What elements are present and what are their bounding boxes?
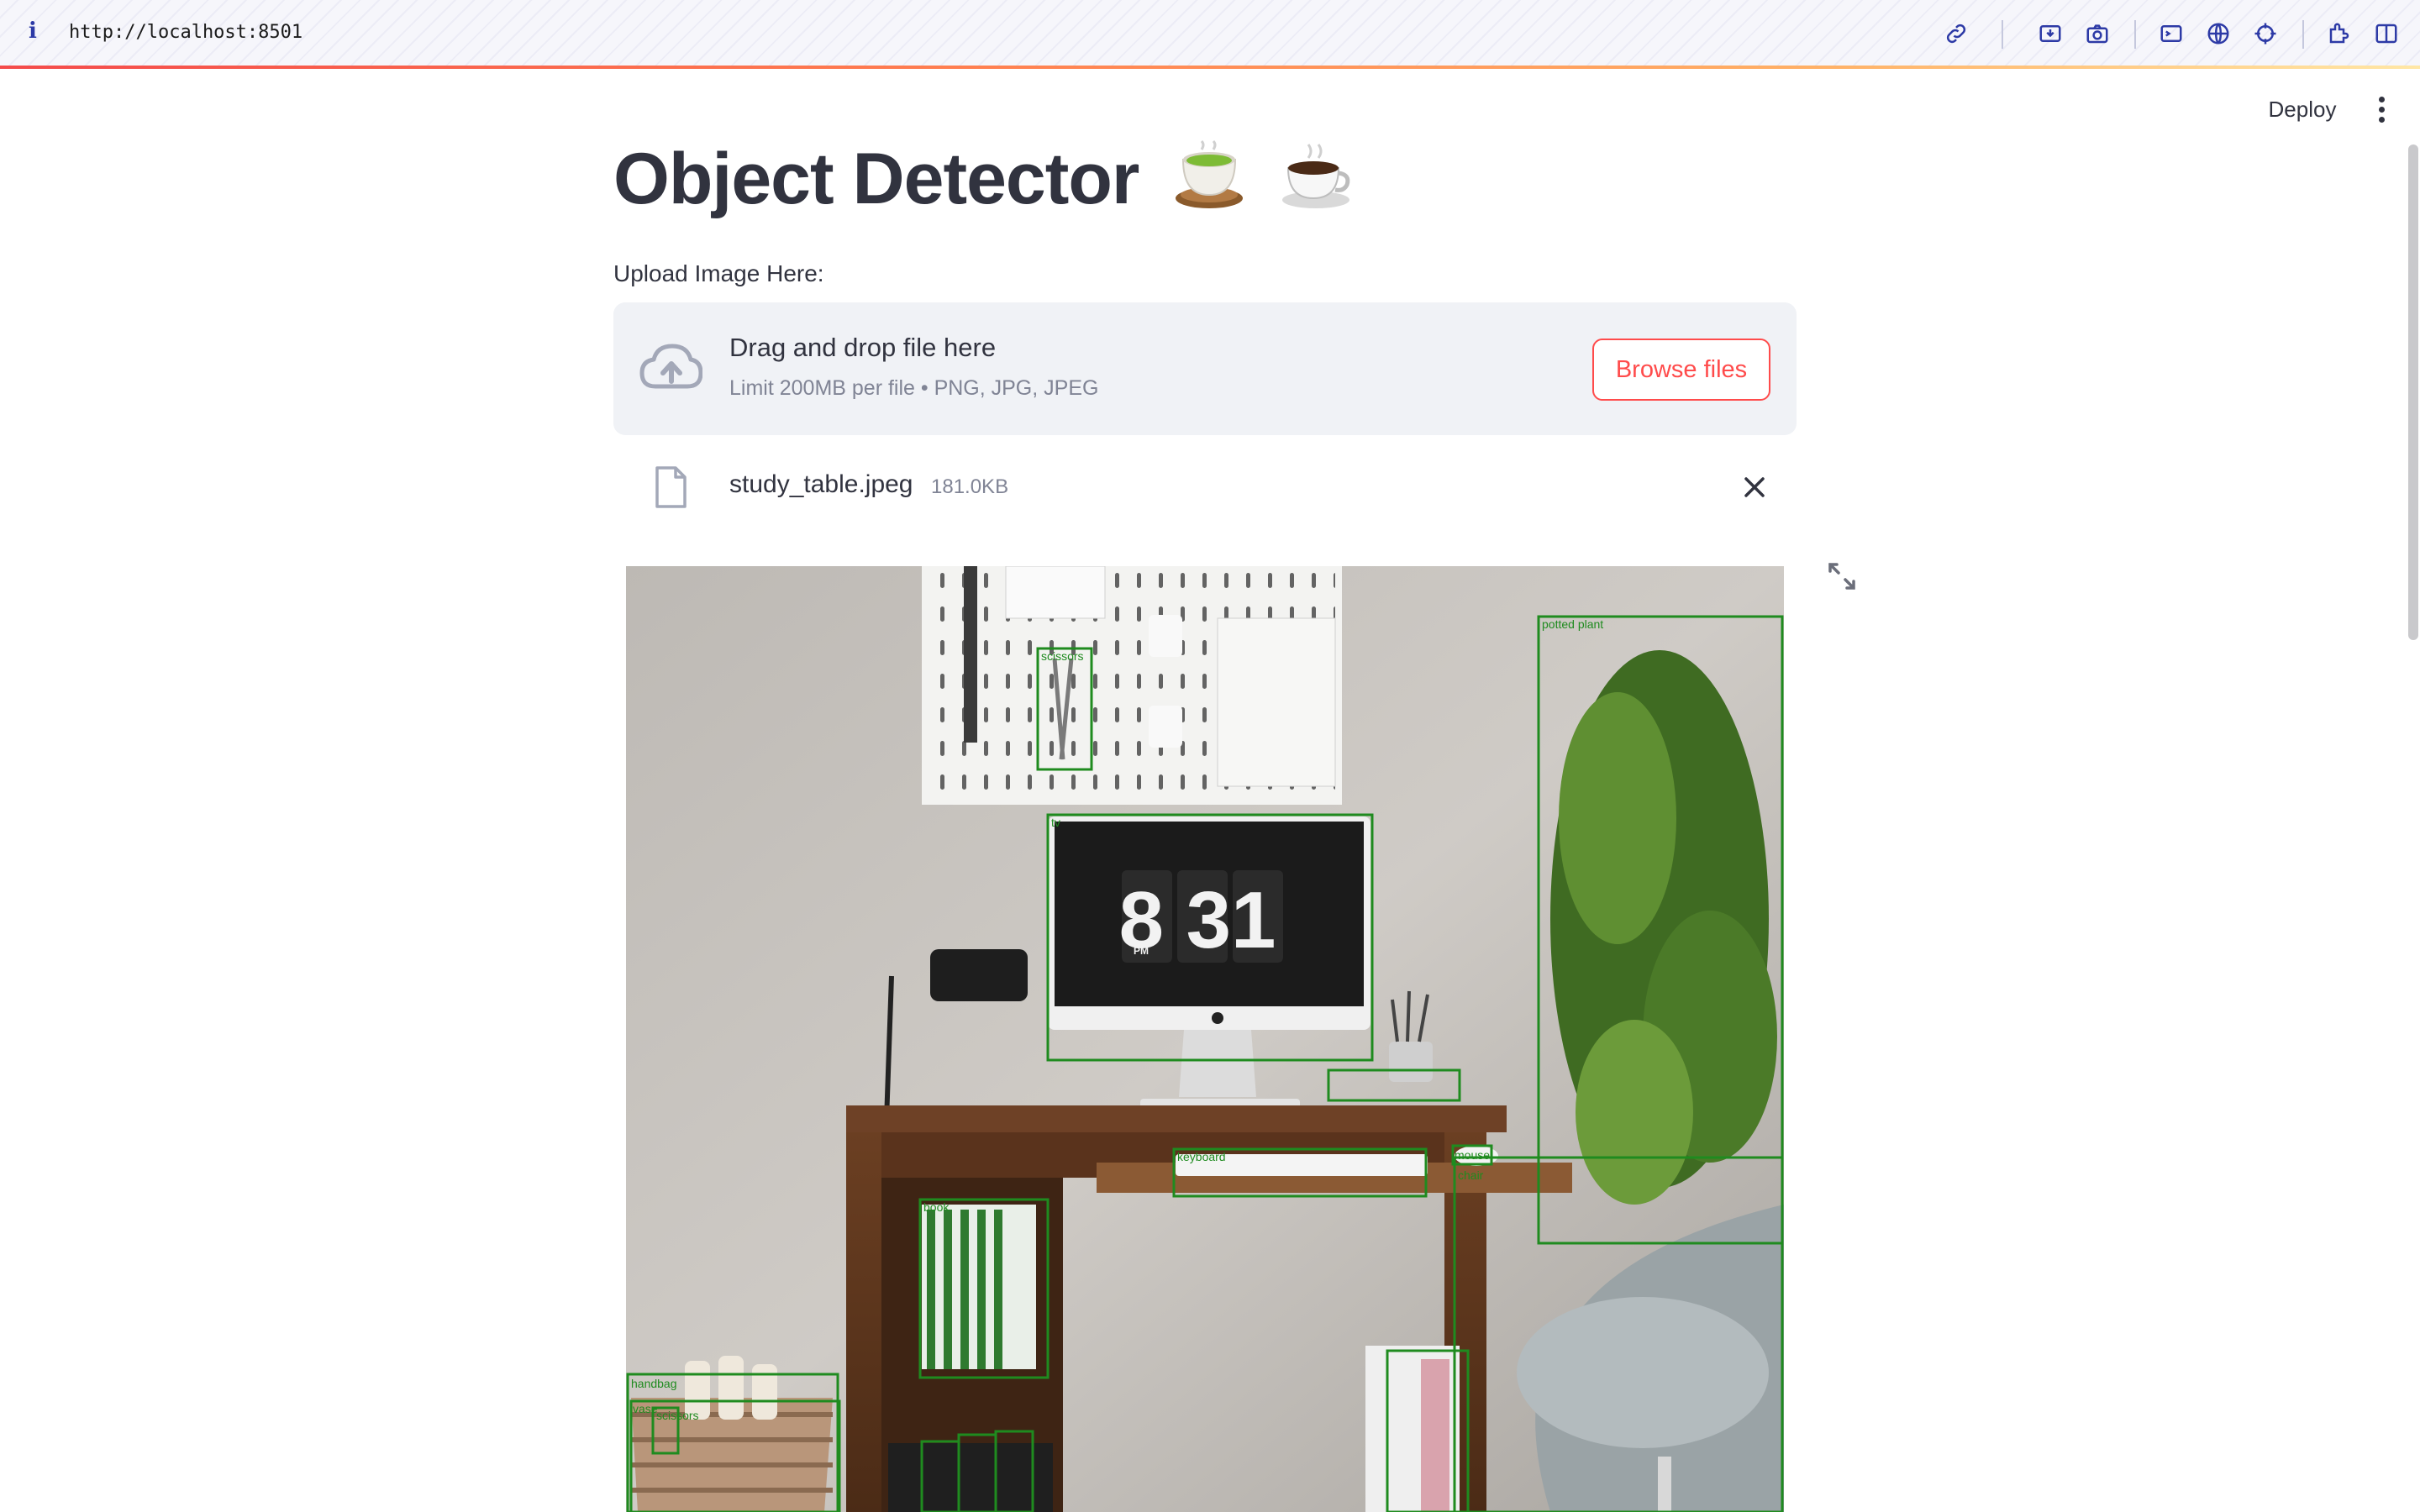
dropzone-title: Drag and drop file here [729,333,997,362]
bbox-label-vase: vase [633,1402,658,1415]
crosshair-icon[interactable] [2252,20,2279,47]
hot-coffee-icon [1280,139,1352,229]
bbox-label-keyboard: keyboard [1177,1150,1226,1163]
bbox-label-mouse: mouse [1455,1148,1490,1162]
uploaded-file-row: study_table.jpeg 181.0KB [613,454,1797,521]
bbox-label-book: book [923,1200,950,1214]
bbox-label-scissors: scissors [1041,649,1084,663]
bbox-label-tv: tv [1051,816,1060,829]
file-name: study_table.jpeg [729,470,913,498]
page-progress-bar [0,66,2420,69]
camera-icon[interactable] [2084,20,2111,47]
file-size: 181.0KB [931,475,1009,498]
toolbar-divider [2302,20,2304,49]
browse-files-button[interactable]: Browse files [1592,339,1770,401]
browser-toolbar: i http://localhost:8501 [0,0,2420,67]
terminal-icon[interactable] [2158,20,2185,47]
fullscreen-icon[interactable] [1827,561,1857,591]
sidebar-toggle-icon[interactable] [2373,20,2400,47]
clock-ampm: PM [1134,945,1149,957]
globe-icon[interactable] [2205,20,2232,47]
remove-file-icon[interactable] [1739,472,1770,502]
upload-label: Upload Image Here: [613,260,824,286]
download-image-icon[interactable] [2037,20,2064,47]
detection-result-image: 8 31 PM potted plant scissors tv keyboar… [626,566,1784,1512]
toolbar-divider [2002,20,2003,49]
page-title-text: Object Detector [613,139,1139,219]
file-dropzone[interactable]: Drag and drop file here Limit 200MB per … [613,302,1797,435]
cloud-upload-icon [639,344,702,389]
extension-icon[interactable] [2326,20,2353,47]
deploy-button[interactable]: Deploy [2252,92,2353,126]
dropzone-limits: Limit 200MB per file • PNG, JPG, JPEG [729,376,1099,400]
bbox-label-handbag: handbag [631,1377,677,1390]
toolbar-divider [2134,20,2136,49]
link-icon[interactable] [1943,20,1970,47]
file-icon [655,466,687,508]
info-icon[interactable]: i [29,18,37,44]
bbox-label-chair: chair [1458,1168,1484,1182]
page-title: Object Detector [613,138,1352,229]
bbox-label-scissors-2: scissors [656,1409,699,1422]
main-menu-icon[interactable] [2368,91,2395,128]
page-scrollbar[interactable] [2408,144,2418,640]
address-url[interactable]: http://localhost:8501 [69,22,302,43]
bbox-label-potted-plant: potted plant [1542,617,1603,631]
green-tea-icon [1173,139,1245,229]
